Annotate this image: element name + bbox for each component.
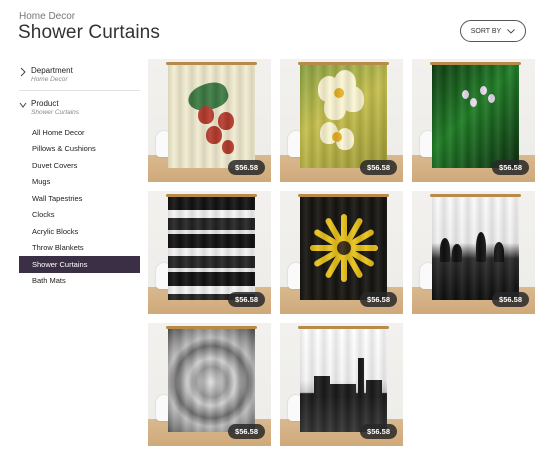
product-filter[interactable]: Product Shower Curtains (19, 99, 140, 117)
department-filter-toggle[interactable]: Department Home Decor (19, 66, 140, 84)
chevron-right-icon (20, 67, 26, 77)
category-item-mugs[interactable]: Mugs (19, 174, 140, 191)
sort-by-button[interactable]: SORT BY (460, 20, 526, 42)
price-badge: $56.58 (492, 160, 529, 175)
product-card[interactable]: $56.58 (148, 323, 271, 446)
filter-divider (19, 90, 140, 91)
category-item-shower-curtains[interactable]: Shower Curtains (19, 256, 140, 273)
london-skyline-curtain-image (300, 328, 387, 432)
price-badge: $56.58 (228, 292, 265, 307)
department-filter[interactable]: Department Home Decor (19, 66, 140, 84)
product-card[interactable]: $56.58 (280, 59, 403, 182)
curtain-rod (166, 62, 257, 65)
category-item-clocks[interactable]: Clocks (19, 207, 140, 224)
category-item-duvet-covers[interactable]: Duvet Covers (19, 157, 140, 174)
price-badge: $56.58 (492, 292, 529, 307)
curtain-rod (166, 194, 257, 197)
page-title: Shower Curtains (18, 22, 160, 43)
black-white-trees-curtain-image (432, 196, 519, 300)
chevron-down-icon (19, 102, 27, 108)
product-card[interactable]: $56.58 (280, 191, 403, 314)
price-badge: $56.58 (360, 160, 397, 175)
chevron-down-icon (507, 28, 516, 34)
narcissus-curtain-image (300, 64, 387, 168)
product-filter-label: Product (31, 99, 59, 108)
product-card[interactable]: $56.58 (148, 59, 271, 182)
strawberries-curtain-image (168, 64, 255, 168)
product-filter-value: Shower Curtains (31, 109, 80, 116)
curtain-rod (430, 194, 521, 197)
category-list: All Home Decor Pillows & Cushions Duvet … (19, 124, 140, 289)
category-item-wall-tapestries[interactable]: Wall Tapestries (19, 190, 140, 207)
department-filter-label: Department (31, 66, 73, 75)
price-badge: $56.58 (228, 424, 265, 439)
curtain-rod (298, 326, 389, 329)
sort-by-label: SORT BY (470, 27, 502, 35)
breadcrumb[interactable]: Home Decor (19, 11, 75, 22)
curtain-rod (298, 62, 389, 65)
green-leaves-curtain-image (432, 64, 519, 168)
category-item-acrylic-blocks[interactable]: Acrylic Blocks (19, 223, 140, 240)
product-card[interactable]: $56.58 (412, 59, 535, 182)
department-filter-value: Home Decor (31, 76, 68, 83)
category-item-bath-mats[interactable]: Bath Mats (19, 273, 140, 290)
price-badge: $56.58 (360, 424, 397, 439)
product-card[interactable]: $56.58 (148, 191, 271, 314)
grey-rose-curtain-image (168, 328, 255, 432)
category-item-all-home-decor[interactable]: All Home Decor (19, 124, 140, 141)
price-badge: $56.58 (360, 292, 397, 307)
curtain-rod (166, 326, 257, 329)
curtain-rod (430, 62, 521, 65)
price-badge: $56.58 (228, 160, 265, 175)
category-item-throw-blankets[interactable]: Throw Blankets (19, 240, 140, 257)
category-item-pillows-cushions[interactable]: Pillows & Cushions (19, 141, 140, 158)
product-card[interactable]: $56.58 (412, 191, 535, 314)
product-filter-toggle[interactable]: Product Shower Curtains (19, 99, 140, 117)
product-card[interactable]: $56.58 (280, 323, 403, 446)
yellow-daisy-curtain-image (300, 196, 387, 300)
black-white-stripes-curtain-image (168, 196, 255, 300)
curtain-rod (298, 194, 389, 197)
